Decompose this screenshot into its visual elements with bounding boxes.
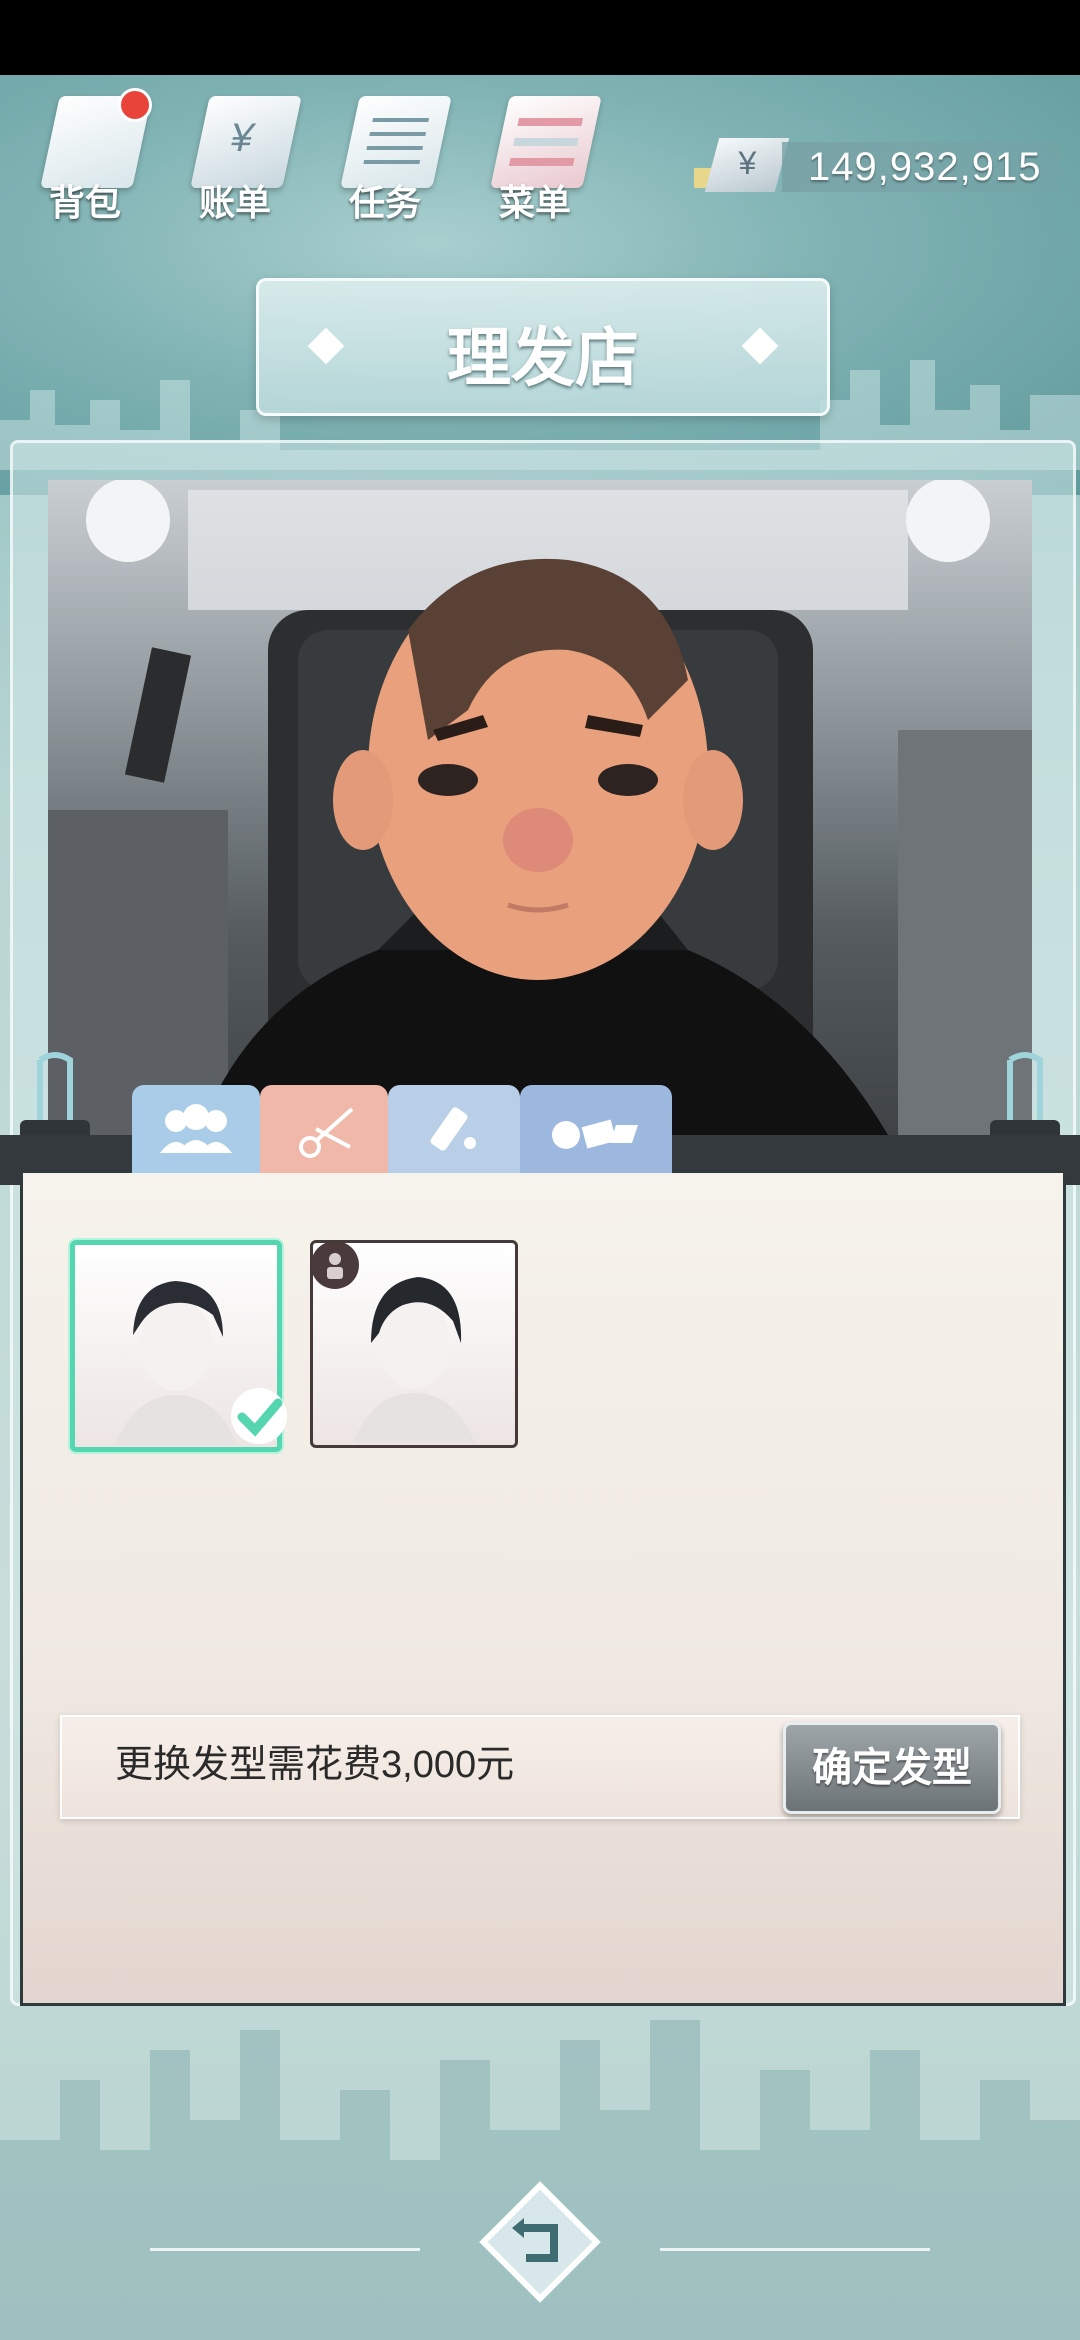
tools-icon [430,1107,476,1151]
comb-icon [124,647,192,783]
confirm-hairstyle-button[interactable]: 确定发型 [783,1722,1001,1814]
divider-left [150,2248,420,2251]
cost-text: 更换发型需花费3,000元 [115,1744,515,1786]
nav-menu[interactable]: 菜单 [480,88,610,228]
tab-people[interactable] [132,1085,260,1173]
currency-display: ¥ 149,932,915 [690,138,1060,196]
nav-bill[interactable]: ¥ 账单 [180,88,310,228]
accessories-icon [552,1119,638,1149]
notification-badge [118,88,152,122]
hairstyle-option-2[interactable] [310,1240,518,1448]
yuan-icon: ¥ [704,138,790,192]
nav-task[interactable]: 任务 [330,88,460,228]
nav-bill-label: 账单 [198,182,271,223]
character-preview [48,480,1032,1135]
status-bar [0,0,1080,75]
tab-accessories[interactable] [520,1085,672,1173]
divider-right [660,2248,930,2251]
title-plate: 理发店 [256,278,830,416]
nav-task-label: 任务 [348,182,421,223]
currency-amount: 149,932,915 [808,145,1042,189]
nav-backpack[interactable]: 背包 [30,88,160,228]
scissors-icon [299,1107,354,1158]
nav-menu-label: 菜单 [498,182,571,223]
hairstyle-preview [313,1243,475,1443]
nav-backpack-label: 背包 [48,182,121,223]
page-title: 理发店 [447,322,639,394]
back-button[interactable] [478,2180,602,2304]
tab-haircut[interactable] [260,1085,388,1173]
people-icon [160,1104,232,1153]
tab-tools[interactable] [388,1085,520,1173]
character-scene [48,480,1032,1135]
selected-check-icon [231,1388,287,1444]
